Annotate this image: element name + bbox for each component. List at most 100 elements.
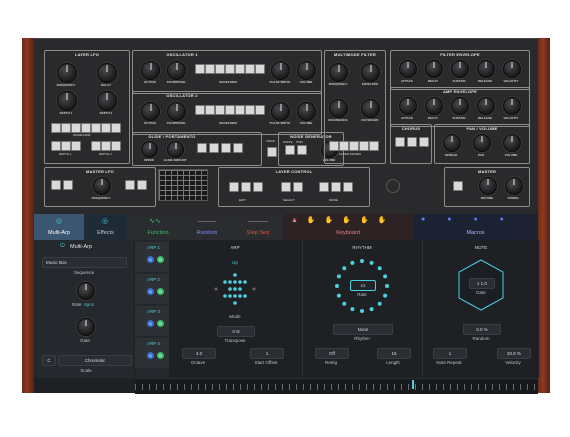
lfo-wave-button[interactable]	[61, 123, 71, 133]
lfo-wave-button[interactable]	[91, 123, 101, 133]
fenv-release-knob[interactable]	[477, 60, 495, 78]
tab-function[interactable]: ∿∿ Function	[135, 214, 181, 240]
tab-keyboard[interactable]: ▲✋✋✋✋✋ Keyboard	[283, 214, 413, 240]
tab-effects[interactable]: ◎ Effects	[84, 214, 127, 240]
gate-value-field[interactable]: x 1.0	[469, 278, 495, 289]
master-button[interactable]	[453, 181, 463, 191]
glide-speed-knob[interactable]	[141, 141, 158, 158]
tab-multi-arp[interactable]: ◎ Multi-Arp	[34, 214, 84, 240]
osc2-pw-knob[interactable]	[271, 102, 290, 121]
tab-macros[interactable]: ●●●● Macros	[413, 214, 538, 240]
rate-sync-toggle[interactable]: Sync	[84, 302, 94, 307]
button-a[interactable]: A	[147, 320, 154, 327]
button-a[interactable]: A	[147, 256, 154, 263]
glide-mode-button[interactable]	[221, 143, 231, 153]
length-field[interactable]: 16	[377, 348, 411, 359]
button-b[interactable]: B	[157, 256, 164, 263]
button-a[interactable]: A	[147, 352, 154, 359]
arp-slot[interactable]: ARP 1 A B	[135, 242, 169, 272]
velocity-field[interactable]: 20.8 %	[497, 348, 531, 359]
osc2-wave-button[interactable]	[215, 105, 225, 115]
filter-mode-button[interactable]	[359, 141, 369, 151]
filter-mode-button[interactable]	[329, 141, 339, 151]
osc2-wave-button[interactable]	[195, 105, 205, 115]
filter-frequency-knob[interactable]	[329, 63, 348, 82]
power-icon[interactable]: ⏻	[60, 243, 65, 250]
osc1-wave-button[interactable]	[245, 64, 255, 74]
tab-random[interactable]: Random	[184, 214, 230, 240]
filter-envelope-knob[interactable]	[361, 63, 380, 82]
layer-mode-button[interactable]	[343, 182, 353, 192]
lfo-wave-button[interactable]	[71, 123, 81, 133]
noise-white-button[interactable]	[285, 145, 295, 155]
aenv-velocity-knob[interactable]	[503, 97, 521, 115]
spread-knob[interactable]	[443, 134, 461, 152]
button-a[interactable]: A	[147, 288, 154, 295]
lfo-wave-button[interactable]	[111, 123, 121, 133]
osc1-wave-button[interactable]	[255, 64, 265, 74]
filter-mode-button[interactable]	[369, 141, 379, 151]
filter-keyboard-knob[interactable]	[361, 99, 380, 118]
chorus-button[interactable]	[407, 137, 417, 147]
button-b[interactable]: B	[157, 352, 164, 359]
master-lfo-button[interactable]	[125, 180, 135, 190]
osc1-wave-button[interactable]	[205, 64, 215, 74]
retrig-field[interactable]: Off	[315, 348, 349, 359]
lfo-frequency-knob[interactable]	[57, 63, 77, 83]
osc1-wave-button[interactable]	[195, 64, 205, 74]
glide-mode-button[interactable]	[209, 143, 219, 153]
transpose-field[interactable]: 0 st	[217, 326, 255, 337]
gate-knob[interactable]	[77, 318, 95, 336]
lfo-target-button[interactable]	[91, 141, 101, 151]
glide-amount-knob[interactable]	[167, 141, 184, 158]
osc1-pw-knob[interactable]	[271, 61, 290, 80]
arp-pattern-grid[interactable]	[208, 270, 262, 310]
noise-pink-button[interactable]	[297, 145, 307, 155]
vmod-button[interactable]	[267, 147, 277, 157]
arp-slot[interactable]: ARP 4 A B	[135, 338, 169, 368]
sequence-select[interactable]: Music Box	[42, 257, 127, 268]
aenv-release-knob[interactable]	[477, 97, 495, 115]
aenv-sustain-knob[interactable]	[451, 97, 469, 115]
master-lfo-frequency-knob[interactable]	[93, 177, 111, 195]
tab-step-seq[interactable]: Step Seq	[234, 214, 282, 240]
timeline-playhead[interactable]	[412, 380, 414, 389]
layer-select-button[interactable]	[293, 182, 303, 192]
scale-root-select[interactable]: C	[42, 355, 56, 366]
osc1-wave-button[interactable]	[225, 64, 235, 74]
start-offset-field[interactable]: 1	[250, 348, 284, 359]
fenv-velocity-knob[interactable]	[503, 60, 521, 78]
master-lfo-button[interactable]	[137, 180, 147, 190]
osc1-volume-knob[interactable]	[297, 61, 316, 80]
pan-knob[interactable]	[473, 134, 491, 152]
layer-select-button[interactable]	[281, 182, 291, 192]
glide-mode-button[interactable]	[197, 143, 207, 153]
arp-slot[interactable]: ARP 2 A B	[135, 274, 169, 304]
filter-mode-button[interactable]	[349, 141, 359, 151]
layer-edit-button[interactable]	[253, 182, 263, 192]
lfo-target-button[interactable]	[101, 141, 111, 151]
random-field[interactable]: 0.0 %	[463, 324, 501, 335]
lfo-delay-knob[interactable]	[97, 63, 117, 83]
master-tuning-knob[interactable]	[505, 177, 523, 195]
aenv-attack-knob[interactable]	[399, 97, 417, 115]
fenv-decay-knob[interactable]	[425, 60, 443, 78]
layer-mode-button[interactable]	[331, 182, 341, 192]
osc1-transpose-knob[interactable]	[167, 61, 186, 80]
chorus-button[interactable]	[395, 137, 405, 147]
osc1-octave-knob[interactable]	[141, 61, 160, 80]
volume-knob[interactable]	[503, 134, 521, 152]
lfo-target-button[interactable]	[111, 141, 121, 151]
rhythm-rate-field[interactable]: x1	[350, 280, 376, 291]
step-timeline[interactable]	[135, 378, 538, 394]
rhythm-select[interactable]: None	[333, 324, 393, 335]
filter-resonance-knob[interactable]	[329, 99, 348, 118]
filter-mode-button[interactable]	[339, 141, 349, 151]
osc2-wave-button[interactable]	[255, 105, 265, 115]
osc2-transpose-knob[interactable]	[167, 102, 186, 121]
osc2-wave-button[interactable]	[225, 105, 235, 115]
lfo-wave-button[interactable]	[51, 123, 61, 133]
osc2-wave-button[interactable]	[205, 105, 215, 115]
octave-field[interactable]: 4.0	[182, 348, 216, 359]
scale-select[interactable]: Chromatic	[58, 355, 132, 366]
